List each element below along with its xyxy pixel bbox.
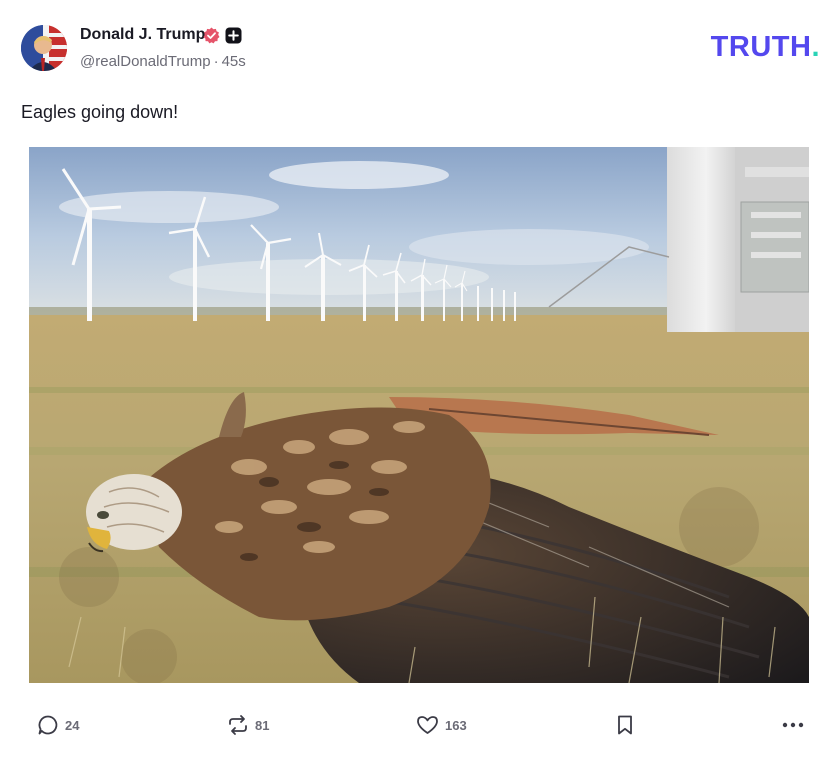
plus-badge-icon: [225, 27, 242, 44]
post-image[interactable]: [29, 147, 809, 683]
truth-logo-text: TRUTH: [710, 31, 812, 63]
like-count: 163: [445, 717, 467, 733]
separator-dot: ·: [213, 53, 219, 70]
author-display-name[interactable]: Donald J. Trump: [80, 25, 205, 45]
like-button[interactable]: 163: [416, 714, 467, 736]
more-dots-icon: [781, 714, 805, 736]
post-text: Eagles going down!: [21, 102, 179, 122]
more-options-button[interactable]: [781, 714, 805, 736]
author-avatar[interactable]: [21, 25, 67, 71]
author-handle-line: @realDonaldTrump · 45s: [80, 52, 246, 72]
post-action-bar: 24 81 163: [0, 706, 840, 746]
heart-icon: [416, 714, 439, 736]
truth-post: Donald J. Trump @realDonaldTrump · 45s TRU…: [0, 0, 840, 771]
bookmark-icon: [615, 714, 635, 736]
retruth-count: 81: [255, 717, 270, 733]
author-handle[interactable]: @realDonaldTrump: [80, 53, 211, 70]
bookmark-button[interactable]: [615, 714, 635, 736]
truth-logo-dot: .: [811, 31, 820, 63]
reply-count: 24: [65, 717, 80, 733]
reply-icon: [37, 714, 59, 736]
verified-badge-icon: [203, 27, 220, 44]
truth-logo[interactable]: TRUTH.: [711, 31, 820, 63]
reply-button[interactable]: 24: [37, 714, 79, 736]
post-timestamp[interactable]: 45s: [222, 53, 246, 70]
retruth-button[interactable]: 81: [227, 714, 269, 736]
retruth-icon: [227, 714, 249, 736]
